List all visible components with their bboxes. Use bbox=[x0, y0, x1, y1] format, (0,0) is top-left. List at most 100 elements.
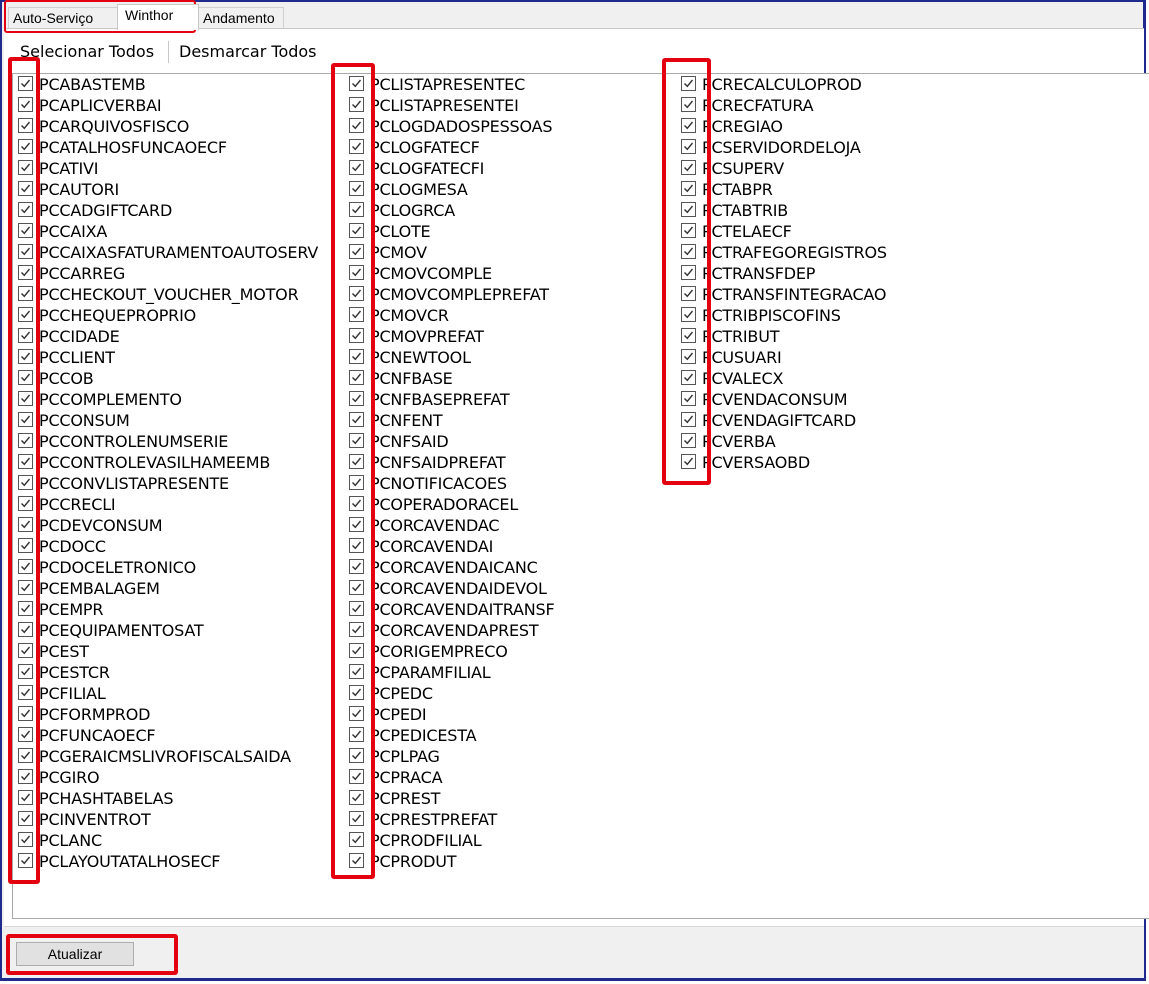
checkbox-checked-icon[interactable] bbox=[349, 433, 364, 448]
checkbox-checked-icon[interactable] bbox=[349, 538, 364, 553]
checkbox-checked-icon[interactable] bbox=[18, 433, 33, 448]
checkbox-checked-icon[interactable] bbox=[349, 685, 364, 700]
checkbox-checked-icon[interactable] bbox=[18, 517, 33, 532]
checkbox-checked-icon[interactable] bbox=[349, 601, 364, 616]
checkbox-checked-icon[interactable] bbox=[18, 97, 33, 112]
checkbox-checked-icon[interactable] bbox=[18, 76, 33, 91]
checkbox-checked-icon[interactable] bbox=[18, 601, 33, 616]
checkbox-checked-icon[interactable] bbox=[681, 202, 696, 217]
checkbox-checked-icon[interactable] bbox=[18, 643, 33, 658]
checkbox-checked-icon[interactable] bbox=[349, 811, 364, 826]
checkbox-checked-icon[interactable] bbox=[681, 286, 696, 301]
checkbox-checked-icon[interactable] bbox=[349, 706, 364, 721]
checkbox-checked-icon[interactable] bbox=[18, 307, 33, 322]
checkbox-checked-icon[interactable] bbox=[349, 244, 364, 259]
checkbox-checked-icon[interactable] bbox=[18, 748, 33, 763]
checkbox-checked-icon[interactable] bbox=[18, 412, 33, 427]
checkbox-checked-icon[interactable] bbox=[681, 454, 696, 469]
update-button[interactable]: Atualizar bbox=[16, 942, 134, 966]
checkbox-checked-icon[interactable] bbox=[18, 160, 33, 175]
checkbox-checked-icon[interactable] bbox=[18, 244, 33, 259]
checkbox-checked-icon[interactable] bbox=[349, 223, 364, 238]
checkbox-checked-icon[interactable] bbox=[18, 370, 33, 385]
checkbox-checked-icon[interactable] bbox=[349, 412, 364, 427]
checkbox-checked-icon[interactable] bbox=[18, 454, 33, 469]
checkbox-checked-icon[interactable] bbox=[681, 181, 696, 196]
checkbox-checked-icon[interactable] bbox=[349, 97, 364, 112]
checkbox-checked-icon[interactable] bbox=[18, 202, 33, 217]
checkbox-checked-icon[interactable] bbox=[681, 391, 696, 406]
tab-andamento[interactable]: Andamento bbox=[198, 7, 284, 28]
checkbox-checked-icon[interactable] bbox=[18, 769, 33, 784]
deselect-all-button[interactable]: Desmarcar Todos bbox=[179, 42, 317, 62]
checkbox-checked-icon[interactable] bbox=[349, 454, 364, 469]
checkbox-checked-icon[interactable] bbox=[681, 244, 696, 259]
tab-winthor[interactable]: Winthor bbox=[117, 4, 199, 30]
checkbox-checked-icon[interactable] bbox=[18, 349, 33, 364]
checkbox-checked-icon[interactable] bbox=[18, 391, 33, 406]
checkbox-checked-icon[interactable] bbox=[18, 853, 33, 868]
checkbox-checked-icon[interactable] bbox=[349, 202, 364, 217]
checkbox-checked-icon[interactable] bbox=[349, 622, 364, 637]
checkbox-checked-icon[interactable] bbox=[681, 370, 696, 385]
select-all-button[interactable]: Selecionar Todos bbox=[20, 42, 154, 62]
checkbox-checked-icon[interactable] bbox=[349, 307, 364, 322]
checkbox-checked-icon[interactable] bbox=[349, 727, 364, 742]
checkbox-checked-icon[interactable] bbox=[349, 580, 364, 595]
checkbox-checked-icon[interactable] bbox=[349, 517, 364, 532]
checkbox-checked-icon[interactable] bbox=[349, 496, 364, 511]
checkbox-checked-icon[interactable] bbox=[18, 223, 33, 238]
checkbox-checked-icon[interactable] bbox=[349, 181, 364, 196]
checkbox-checked-icon[interactable] bbox=[681, 349, 696, 364]
checkbox-checked-icon[interactable] bbox=[681, 139, 696, 154]
checkbox-checked-icon[interactable] bbox=[349, 643, 364, 658]
checkbox-checked-icon[interactable] bbox=[349, 349, 364, 364]
checkbox-checked-icon[interactable] bbox=[349, 832, 364, 847]
checkbox-checked-icon[interactable] bbox=[18, 328, 33, 343]
checkbox-checked-icon[interactable] bbox=[681, 76, 696, 91]
checkbox-checked-icon[interactable] bbox=[18, 265, 33, 280]
checkbox-checked-icon[interactable] bbox=[18, 622, 33, 637]
checkbox-checked-icon[interactable] bbox=[349, 139, 364, 154]
checkbox-checked-icon[interactable] bbox=[349, 370, 364, 385]
checkbox-checked-icon[interactable] bbox=[349, 160, 364, 175]
checkbox-checked-icon[interactable] bbox=[349, 559, 364, 574]
checkbox-checked-icon[interactable] bbox=[349, 664, 364, 679]
checkbox-checked-icon[interactable] bbox=[349, 286, 364, 301]
checkbox-checked-icon[interactable] bbox=[18, 790, 33, 805]
checkbox-checked-icon[interactable] bbox=[18, 727, 33, 742]
checkbox-checked-icon[interactable] bbox=[349, 769, 364, 784]
checkbox-checked-icon[interactable] bbox=[18, 139, 33, 154]
checkbox-checked-icon[interactable] bbox=[18, 685, 33, 700]
checkbox-checked-icon[interactable] bbox=[681, 433, 696, 448]
checkbox-checked-icon[interactable] bbox=[349, 118, 364, 133]
tables-checklist[interactable]: PCABASTEMB PCAPLICVERBAI PCARQUIVOSFISCO PC… bbox=[12, 73, 1149, 919]
checkbox-checked-icon[interactable] bbox=[681, 412, 696, 427]
checkbox-checked-icon[interactable] bbox=[349, 76, 364, 91]
checkbox-checked-icon[interactable] bbox=[18, 706, 33, 721]
checkbox-checked-icon[interactable] bbox=[681, 118, 696, 133]
checkbox-checked-icon[interactable] bbox=[18, 664, 33, 679]
checkbox-checked-icon[interactable] bbox=[349, 265, 364, 280]
checkbox-checked-icon[interactable] bbox=[681, 265, 696, 280]
checkbox-checked-icon[interactable] bbox=[349, 790, 364, 805]
checkbox-checked-icon[interactable] bbox=[349, 748, 364, 763]
checkbox-checked-icon[interactable] bbox=[18, 559, 33, 574]
checkbox-checked-icon[interactable] bbox=[18, 181, 33, 196]
checkbox-checked-icon[interactable] bbox=[681, 97, 696, 112]
checkbox-checked-icon[interactable] bbox=[18, 811, 33, 826]
checkbox-checked-icon[interactable] bbox=[18, 538, 33, 553]
checkbox-checked-icon[interactable] bbox=[349, 328, 364, 343]
checkbox-checked-icon[interactable] bbox=[681, 307, 696, 322]
checkbox-checked-icon[interactable] bbox=[18, 475, 33, 490]
checkbox-checked-icon[interactable] bbox=[349, 475, 364, 490]
checkbox-checked-icon[interactable] bbox=[18, 496, 33, 511]
tab-auto-servico[interactable]: Auto-Serviço bbox=[8, 7, 118, 28]
checkbox-checked-icon[interactable] bbox=[18, 580, 33, 595]
checkbox-checked-icon[interactable] bbox=[18, 118, 33, 133]
checkbox-checked-icon[interactable] bbox=[681, 223, 696, 238]
checkbox-checked-icon[interactable] bbox=[681, 328, 696, 343]
checkbox-checked-icon[interactable] bbox=[681, 160, 696, 175]
checkbox-checked-icon[interactable] bbox=[18, 832, 33, 847]
checkbox-checked-icon[interactable] bbox=[349, 853, 364, 868]
